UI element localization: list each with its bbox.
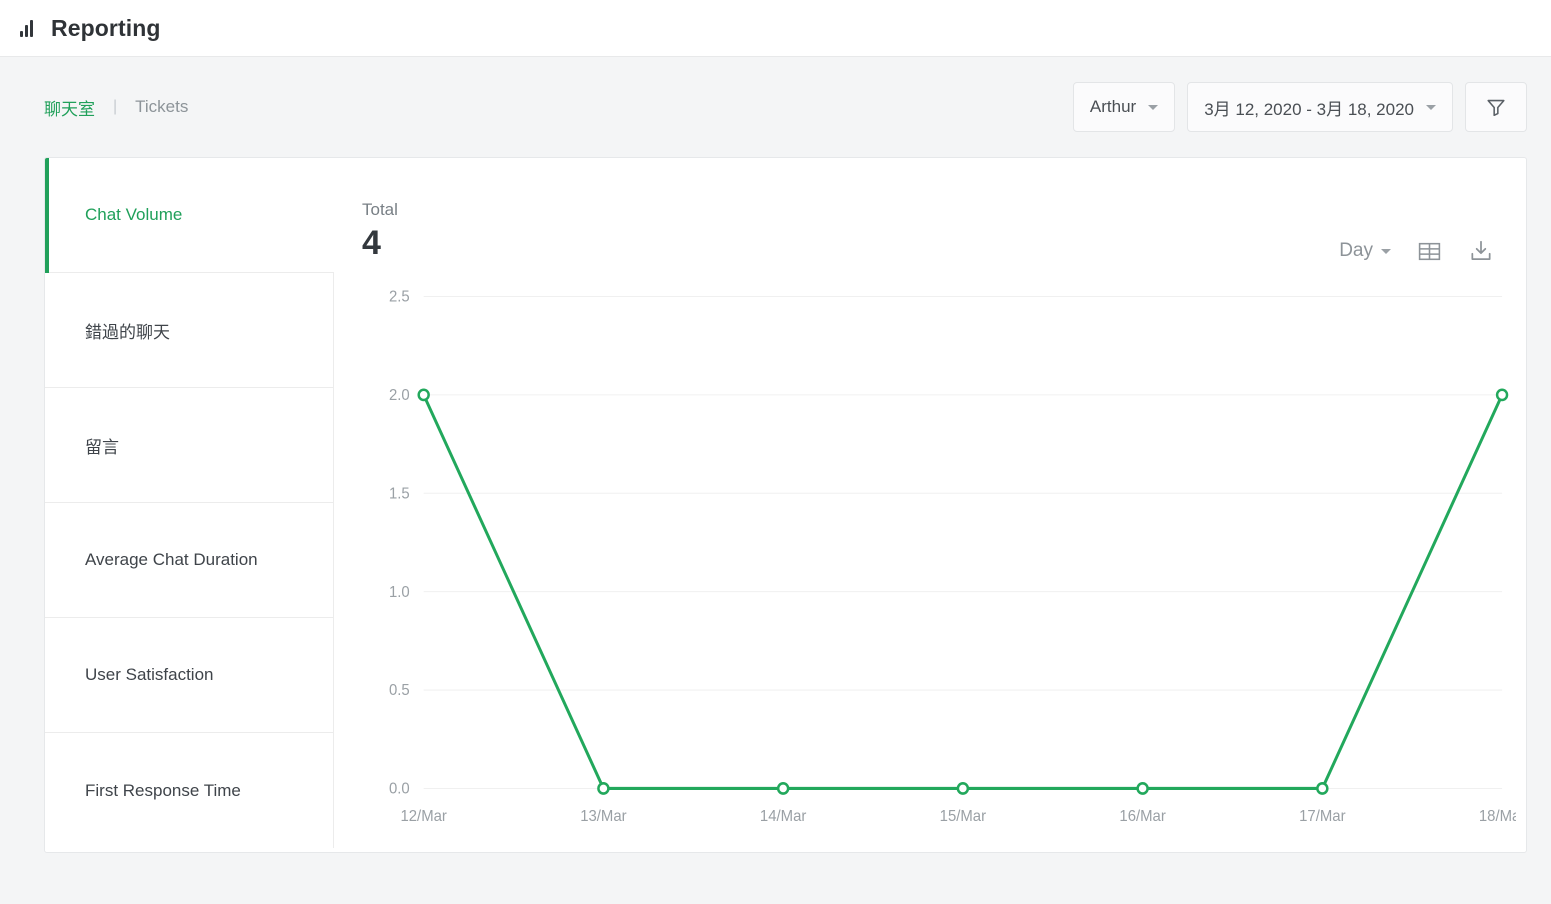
- metric-item-messages[interactable]: 留言: [45, 388, 334, 503]
- report-card: Chat Volume 錯過的聊天 留言 Average Chat Durati…: [44, 157, 1527, 853]
- total-value: 4: [362, 224, 381, 262]
- total-label: Total: [362, 200, 398, 219]
- table-view-button[interactable]: [1417, 239, 1442, 264]
- tab-tickets[interactable]: Tickets: [135, 97, 188, 117]
- table-grid-icon: [1418, 242, 1441, 260]
- metric-item-label: Average Chat Duration: [85, 550, 258, 569]
- metric-item-label: 錯過的聊天: [85, 322, 170, 342]
- page-title: Reporting: [51, 14, 161, 41]
- metric-item-label: First Response Time: [85, 780, 241, 800]
- date-range-label: 3月 12, 2020 - 3月 18, 2020: [1204, 99, 1414, 119]
- agent-filter-dropdown[interactable]: Arthur: [1072, 82, 1176, 132]
- tab-bar: 聊天室 | Tickets: [44, 95, 188, 120]
- metric-item-user-satisfaction[interactable]: User Satisfaction: [45, 618, 334, 733]
- x-axis-tick-label: 18/Mar: [1479, 808, 1516, 825]
- metric-item-average-chat-duration[interactable]: Average Chat Duration: [45, 503, 334, 618]
- sub-toolbar: 聊天室 | Tickets Arthur 3月 12, 2020 - 3月 18…: [0, 57, 1551, 157]
- y-gridlines: [423, 295, 1503, 789]
- y-axis-tick-label: 2.5: [389, 288, 410, 305]
- x-axis-ticks: 12/Mar 13/Mar 14/Mar 15/Mar 16/Mar 17/Mar 18/M…: [400, 808, 1516, 825]
- download-button[interactable]: [1468, 238, 1494, 264]
- chevron-down-icon: [1426, 104, 1436, 110]
- date-range-dropdown[interactable]: 3月 12, 2020 - 3月 18, 2020: [1187, 82, 1453, 132]
- tab-separator: |: [113, 98, 118, 115]
- tab-chats[interactable]: 聊天室: [44, 95, 95, 120]
- chart-tools: Day: [1339, 238, 1494, 264]
- chat-volume-line-chart: 0.0 0.5 1.0 1.5 2.0 2.5 12/Mar 13/Mar 14/Mar 15/…: [389, 288, 1516, 825]
- y-axis-tick-label: 0.5: [389, 682, 410, 699]
- chevron-down-icon: [1381, 248, 1391, 254]
- y-axis-ticks: 0.0 0.5 1.0 1.5 2.0 2.5: [389, 288, 410, 797]
- granularity-dropdown[interactable]: Day: [1339, 240, 1391, 262]
- metric-item-chat-volume[interactable]: Chat Volume: [45, 158, 334, 273]
- metric-item-label: 留言: [85, 437, 119, 457]
- x-axis-tick-label: 14/Mar: [760, 808, 806, 825]
- chevron-down-icon: [1148, 104, 1159, 110]
- data-point[interactable]: [1136, 782, 1149, 795]
- x-axis-tick-label: 12/Mar: [400, 808, 446, 825]
- toolbar-controls: Arthur 3月 12, 2020 - 3月 18, 2020: [1072, 82, 1527, 132]
- data-point[interactable]: [597, 782, 610, 795]
- bar-chart-icon: [20, 19, 38, 37]
- chart-plot-area: 0.0 0.5 1.0 1.5 2.0 2.5 12/Mar 13/Mar 14/Mar 15/…: [362, 278, 1516, 852]
- data-point[interactable]: [417, 388, 430, 402]
- data-point[interactable]: [956, 782, 970, 795]
- data-point[interactable]: [1495, 388, 1509, 402]
- download-icon: [1471, 240, 1491, 260]
- data-point[interactable]: [776, 782, 790, 795]
- y-axis-tick-label: 0.0: [389, 780, 410, 797]
- y-axis-tick-label: 1.5: [389, 485, 410, 502]
- metric-item-first-response-time[interactable]: First Response Time: [45, 733, 334, 848]
- x-axis-tick-label: 17/Mar: [1299, 808, 1345, 825]
- metric-item-missed-chats[interactable]: 錯過的聊天: [45, 273, 334, 388]
- metric-item-label: User Satisfaction: [85, 665, 214, 684]
- y-axis-tick-label: 2.0: [389, 387, 410, 404]
- y-axis-tick-label: 1.0: [389, 584, 410, 601]
- x-axis-tick-label: 15/Mar: [940, 808, 986, 825]
- metric-item-label: Chat Volume: [85, 205, 183, 224]
- x-axis-tick-label: 16/Mar: [1119, 808, 1165, 825]
- x-axis-tick-label: 13/Mar: [580, 808, 626, 825]
- metric-list: Chat Volume 錯過的聊天 留言 Average Chat Durati…: [45, 158, 334, 852]
- filter-funnel-icon: [1487, 99, 1505, 117]
- chart-panel: Total 4 Day 0.0 0.5 1.0 1.5 2.0 2.5 12/M…: [334, 158, 1526, 852]
- filter-button[interactable]: [1465, 82, 1527, 132]
- data-point[interactable]: [1316, 782, 1329, 795]
- app-header: Reporting: [0, 0, 1551, 57]
- granularity-label: Day: [1339, 240, 1373, 261]
- agent-filter-label: Arthur: [1089, 97, 1137, 116]
